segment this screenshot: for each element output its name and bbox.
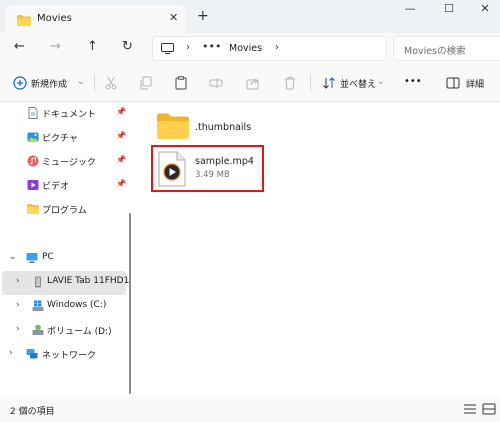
tab-title: Movies <box>37 13 72 24</box>
maximize-button[interactable]: ☐ <box>434 2 464 20</box>
file-name: .thumbnails <box>195 122 252 133</box>
tiles-view-icon[interactable] <box>482 403 496 415</box>
tablet-icon <box>35 276 41 288</box>
content-scroll-track <box>497 102 499 396</box>
highlight-box <box>151 145 264 192</box>
sidebar-item-label: LAVIE Tab 11FHD1 <box>47 276 130 286</box>
new-button[interactable]: 新規作成 ⌄ <box>8 64 92 102</box>
search-box[interactable]: Moviesの検索 <box>393 36 500 61</box>
sidebar-item-documents[interactable]: ドキュメント 📌 <box>0 102 126 126</box>
sidebar-item-windows-c[interactable]: › Windows (C:) <box>0 295 126 319</box>
toolbar-divider <box>310 74 311 92</box>
new-button-label: 新規作成 <box>31 80 68 90</box>
chevron-right-icon: › <box>186 42 190 53</box>
command-bar: 新規作成 ⌄ 並べ替え ⌄ ••• 詳細 <box>0 64 500 102</box>
details-pane-button[interactable]: 詳細 <box>440 64 496 102</box>
pin-icon: 📌 <box>116 155 126 164</box>
chevron-right-icon[interactable]: › <box>9 348 13 358</box>
navigation-bar: ← → ↑ ↻ › ••• Movies › Moviesの検索 <box>0 33 500 64</box>
file-list: .thumbnails sample.mp4 3.49 MB <box>131 102 500 396</box>
details-button-label: 詳細 <box>466 80 485 90</box>
more-options-button[interactable]: ••• <box>404 76 422 87</box>
minimize-button[interactable]: — <box>395 2 425 20</box>
document-icon <box>28 107 38 119</box>
delete-icon[interactable] <box>283 76 297 90</box>
folder-icon <box>17 15 31 26</box>
breadcrumb-overflow-button[interactable]: ••• <box>202 40 221 53</box>
chevron-down-icon: ⌄ <box>377 77 385 87</box>
sidebar-item-videos[interactable]: ビデオ 📌 <box>0 174 126 198</box>
sidebar-item-label: ビデオ <box>42 182 70 192</box>
sort-icon <box>323 77 335 89</box>
new-tab-button[interactable]: + <box>197 9 209 23</box>
pin-icon: 📌 <box>116 107 126 116</box>
sidebar-item-network[interactable]: › ネットワーク <box>0 343 126 367</box>
sidebar-item-label: ボリューム (D:) <box>47 327 112 337</box>
close-icon[interactable]: ✕ <box>169 11 178 24</box>
sidebar-item-pictures[interactable]: ピクチャ 📌 <box>0 126 126 150</box>
sort-button[interactable]: 並べ替え ⌄ <box>318 64 388 102</box>
sidebar-item-pc[interactable]: ⌄ PC <box>0 247 126 271</box>
details-view-icon[interactable] <box>463 403 477 415</box>
sidebar-item-label: ピクチャ <box>42 134 78 144</box>
tab-movies[interactable]: Movies ✕ <box>5 5 185 33</box>
sidebar-item-music[interactable]: ミュージック 📌 <box>0 150 126 174</box>
status-bar: 2 個の項目 <box>0 396 500 422</box>
network-icon <box>26 349 38 359</box>
forward-button[interactable]: → <box>50 40 61 54</box>
sidebar-item-label: Windows (C:) <box>47 300 107 310</box>
pin-icon: 📌 <box>116 131 126 140</box>
chevron-down-icon: ⌄ <box>77 77 85 87</box>
windows-drive-icon <box>32 300 44 311</box>
folder-icon <box>157 113 189 139</box>
up-button[interactable]: ↑ <box>87 40 98 54</box>
window-close-button[interactable]: ✕ <box>470 2 500 20</box>
navigation-pane: ドキュメント 📌 ピクチャ 📌 ミュージック 📌 ビデオ 📌 プログラム ⌄ P… <box>0 102 131 396</box>
sidebar-item-label: プログラム <box>42 206 87 216</box>
sidebar-item-label: ネットワーク <box>42 351 97 361</box>
sidebar-item-label: PC <box>42 252 54 262</box>
chevron-right-icon: › <box>275 42 279 53</box>
music-icon <box>27 155 39 167</box>
pictures-icon <box>27 132 39 142</box>
plus-circle-icon <box>13 76 27 90</box>
sidebar-item-lavie-tab[interactable]: › LAVIE Tab 11FHD1 <box>2 271 130 295</box>
sort-button-label: 並べ替え <box>340 80 377 90</box>
search-placeholder: Moviesの検索 <box>404 46 466 57</box>
sidebar-item-label: ミュージック <box>42 158 96 168</box>
rename-icon[interactable] <box>209 76 223 90</box>
paste-icon[interactable] <box>174 76 188 90</box>
drive-icon <box>32 324 44 335</box>
monitor-icon <box>161 43 174 54</box>
sidebar-item-programs[interactable]: プログラム <box>0 198 126 222</box>
chevron-down-icon[interactable]: ⌄ <box>9 252 17 262</box>
address-bar[interactable]: › ••• Movies › <box>152 36 387 61</box>
copy-icon[interactable] <box>139 76 153 90</box>
pc-icon <box>26 253 38 263</box>
details-pane-icon <box>446 77 460 89</box>
video-icon <box>27 180 39 190</box>
share-icon[interactable] <box>246 76 260 90</box>
toolbar-divider <box>94 74 95 92</box>
chevron-right-icon[interactable]: › <box>16 276 20 286</box>
chevron-right-icon[interactable]: › <box>16 324 20 334</box>
pin-icon: 📌 <box>116 179 126 188</box>
tab-strip: Movies ✕ + — ☐ ✕ <box>0 0 500 33</box>
refresh-button[interactable]: ↻ <box>122 40 133 54</box>
item-count: 2 個の項目 <box>10 407 55 417</box>
cut-icon[interactable] <box>104 76 118 90</box>
breadcrumb-movies[interactable]: Movies <box>229 43 262 54</box>
chevron-right-icon[interactable]: › <box>16 300 20 310</box>
folder-icon <box>27 204 39 214</box>
back-button[interactable]: ← <box>14 40 25 54</box>
sidebar-item-volume-d[interactable]: › ボリューム (D:) <box>0 319 126 343</box>
sidebar-item-label: ドキュメント <box>42 110 97 120</box>
